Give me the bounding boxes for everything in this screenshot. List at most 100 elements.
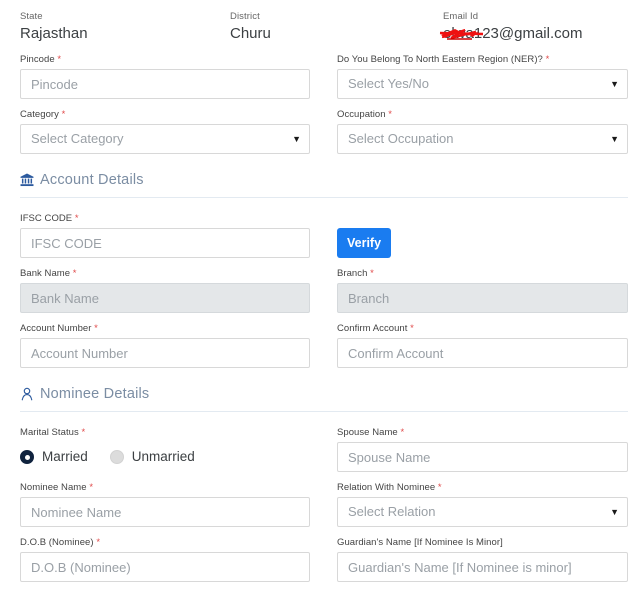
radio-option-unmarried[interactable]: Unmarried <box>109 449 195 465</box>
state-value: Rajasthan <box>20 25 88 42</box>
ner-select-wrapper[interactable]: Select Yes/No ▼ <box>337 69 628 99</box>
branch-field: Branch * <box>337 267 628 313</box>
pincode-label-text: Pincode <box>20 54 55 65</box>
occupation-label-text: Occupation <box>337 109 386 120</box>
account-number-input[interactable] <box>20 338 310 368</box>
occupation-field: Occupation * Select Occupation ▼ <box>337 108 628 154</box>
category-label-text: Category <box>20 109 59 120</box>
marital-status-label-text: Marital Status <box>20 427 79 438</box>
confirm-account-label: Confirm Account * <box>337 322 628 335</box>
nominee-details-heading: Nominee Details <box>20 368 628 403</box>
dob-field: D.O.B (Nominee) * <box>20 536 310 582</box>
pincode-label: Pincode * <box>20 53 310 66</box>
marital-spouse-row: Marital Status * Married Unmarried Spous… <box>0 426 640 472</box>
ifsc-label-text: IFSC CODE <box>20 213 73 224</box>
spouse-name-required-asterisk: * <box>400 427 405 438</box>
dob-label-text: D.O.B (Nominee) <box>20 537 94 548</box>
nominee-details-title: Nominee Details <box>40 386 150 402</box>
ner-label: Do You Belong To North Eastern Region (N… <box>337 53 628 66</box>
relation-field: Relation With Nominee * Select Relation … <box>337 481 628 527</box>
occupation-select-wrapper[interactable]: Select Occupation ▼ <box>337 124 628 154</box>
marital-status-label: Marital Status * <box>20 426 310 439</box>
radio-unmarried-indicator[interactable] <box>109 450 124 464</box>
account-section-divider <box>20 197 628 198</box>
ifsc-field: IFSC CODE * <box>20 212 310 258</box>
category-label: Category * <box>20 108 310 121</box>
nominee-name-relation-row: Nominee Name * Relation With Nominee * S… <box>0 472 640 527</box>
state-info: State Rajasthan <box>20 10 230 44</box>
relation-select-wrapper[interactable]: Select Relation ▼ <box>337 497 628 527</box>
relation-label-text: Relation With Nominee <box>337 482 436 493</box>
ner-field: Do You Belong To North Eastern Region (N… <box>337 53 628 99</box>
email-value: elwa123@gmail.com <box>443 25 583 42</box>
confirm-account-required-asterisk: * <box>410 323 414 334</box>
relation-required-asterisk: * <box>437 482 442 493</box>
occupation-select[interactable]: Select Occupation <box>337 124 628 154</box>
verify-button[interactable]: Verify <box>337 228 392 258</box>
pincode-ner-row: Pincode * Do You Belong To North Eastern… <box>0 44 640 99</box>
account-details-title: Account Details <box>40 172 144 188</box>
person-icon <box>20 387 34 401</box>
account-number-field: Account Number * <box>20 322 310 368</box>
bank-branch-row: Bank Name * Branch * <box>0 258 640 313</box>
pincode-required-asterisk: * <box>57 54 62 65</box>
nominee-details-section-header: Nominee Details <box>0 368 640 412</box>
category-occupation-row: Category * Select Category ▼ Occupation … <box>0 99 640 154</box>
radio-married-label: Married <box>42 449 88 464</box>
guardian-label: Guardian's Name [If Nominee Is Minor] <box>337 536 628 549</box>
dob-nominee-input[interactable] <box>20 552 310 582</box>
occupation-label: Occupation * <box>337 108 628 121</box>
applicant-info-row: State Rajasthan District Churu Email Id … <box>0 0 640 44</box>
occupation-required-asterisk: * <box>388 109 393 120</box>
spouse-name-field: Spouse Name * <box>337 426 628 472</box>
email-label: Email Id <box>443 11 479 22</box>
ner-label-text: Do You Belong To North Eastern Region (N… <box>337 54 543 65</box>
relation-select[interactable]: Select Relation <box>337 497 628 527</box>
confirm-account-field: Confirm Account * <box>337 322 628 368</box>
radio-unmarried-label: Unmarried <box>131 449 195 464</box>
ifsc-row: IFSC CODE * Verify <box>0 212 640 258</box>
confirm-account-input[interactable] <box>337 338 628 368</box>
spouse-name-label: Spouse Name * <box>337 426 628 439</box>
nominee-name-input[interactable] <box>20 497 310 527</box>
ifsc-required-asterisk: * <box>74 213 79 224</box>
email-info: Email Id elwa123@gmail.com <box>439 10 628 44</box>
spouse-name-label-text: Spouse Name <box>337 427 398 438</box>
ifsc-code-input[interactable] <box>20 228 310 258</box>
district-info: District Churu <box>230 10 443 44</box>
pincode-input[interactable] <box>20 69 310 99</box>
dob-guardian-row: D.O.B (Nominee) * Guardian's Name [If No… <box>0 527 640 582</box>
category-required-asterisk: * <box>61 109 66 120</box>
pincode-field: Pincode * <box>20 53 310 99</box>
confirm-account-label-text: Confirm Account <box>337 323 408 334</box>
radio-option-married[interactable]: Married <box>20 449 88 465</box>
bank-name-label-text: Bank Name <box>20 268 71 279</box>
branch-label: Branch * <box>337 267 628 280</box>
radio-married-indicator[interactable] <box>20 450 34 464</box>
account-number-label-text: Account Number <box>20 323 92 334</box>
category-select[interactable]: Select Category <box>20 124 310 154</box>
guardian-name-input[interactable] <box>337 552 628 582</box>
nominee-name-label-text: Nominee Name <box>20 482 87 493</box>
marital-status-required-asterisk: * <box>81 427 86 438</box>
account-details-heading: Account Details <box>20 154 628 189</box>
account-number-required-asterisk: * <box>94 323 98 334</box>
category-field: Category * Select Category ▼ <box>20 108 310 154</box>
ner-select[interactable]: Select Yes/No <box>337 69 628 99</box>
guardian-field: Guardian's Name [If Nominee Is Minor] <box>337 536 628 582</box>
district-label: District <box>230 11 260 22</box>
marital-status-field: Marital Status * Married Unmarried <box>20 426 310 472</box>
nominee-name-field: Nominee Name * <box>20 481 310 527</box>
relation-label: Relation With Nominee * <box>337 481 628 494</box>
dob-required-asterisk: * <box>96 537 101 548</box>
guardian-label-text: Guardian's Name [If Nominee Is Minor] <box>337 537 503 548</box>
branch-label-text: Branch <box>337 268 368 279</box>
nominee-name-required-asterisk: * <box>89 482 94 493</box>
category-select-wrapper[interactable]: Select Category ▼ <box>20 124 310 154</box>
account-details-section-header: Account Details <box>0 154 640 198</box>
bank-name-label: Bank Name * <box>20 267 310 280</box>
ner-required-asterisk: * <box>545 54 550 65</box>
district-value: Churu <box>230 25 271 42</box>
account-number-label: Account Number * <box>20 322 310 335</box>
spouse-name-input[interactable] <box>337 442 628 472</box>
